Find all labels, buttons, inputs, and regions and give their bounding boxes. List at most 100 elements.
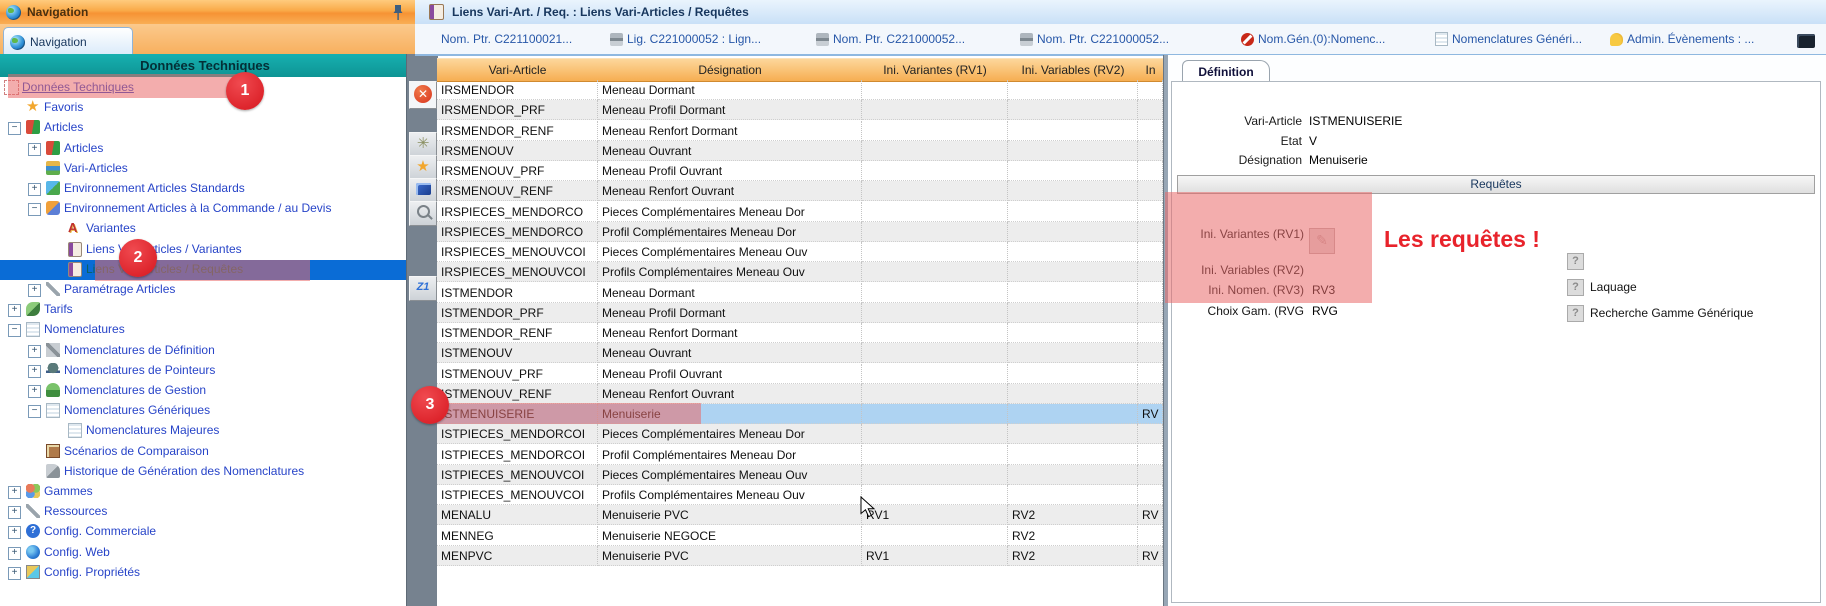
document-tab-lig-c221000052-lign[interactable]: Lig. C221000052 : Lign... xyxy=(610,29,761,49)
column-header-in[interactable]: In xyxy=(1138,58,1164,82)
tree-item-tarifs[interactable]: +Tarifs xyxy=(0,300,406,320)
table-row-istmenouv-prf[interactable]: ISTMENOUV_PRFMeneau Profil Ouvrant xyxy=(437,364,1163,384)
tree-item-articles[interactable]: −Articles xyxy=(0,118,406,138)
expand-expander-icon[interactable]: + xyxy=(8,506,21,519)
favorite-star-icon[interactable]: ★ xyxy=(409,155,437,180)
tree-item-config-propri-t-s[interactable]: +Config. Propriétés xyxy=(0,563,406,583)
expand-expander-icon[interactable]: + xyxy=(28,284,41,297)
table-row-menalu[interactable]: MENALUMenuiserie PVCRV1RV2RV xyxy=(437,505,1163,525)
tree-item-nomenclatures-g-n-riques[interactable]: −Nomenclatures Génériques xyxy=(0,401,406,421)
tree-item-ressources[interactable]: +Ressources xyxy=(0,502,406,522)
gear-icon[interactable]: ✳ xyxy=(409,132,437,157)
expand-expander-icon[interactable]: + xyxy=(8,526,21,539)
tree-item-config-web[interactable]: +Config. Web xyxy=(0,543,406,563)
table-row-istmenuiserie[interactable]: ISTMENUISERIEMenuiserieRV xyxy=(437,404,1163,424)
table-row-istmenouv-renf[interactable]: ISTMENOUV_RENFMeneau Renfort Ouvrant xyxy=(437,384,1163,404)
cell: ISTMENOUV xyxy=(437,343,598,363)
pin-icon[interactable] xyxy=(390,3,406,21)
table-row-irsmendor[interactable]: IRSMENDORMeneau Dormant xyxy=(437,80,1163,100)
tree-item-nomenclatures-de-pointeurs[interactable]: +Nomenclatures de Pointeurs xyxy=(0,361,406,381)
column-header-d-signation[interactable]: Désignation xyxy=(598,58,863,82)
query-help-button[interactable]: ? xyxy=(1567,253,1584,270)
close-icon[interactable]: ✕ xyxy=(409,81,437,109)
tree-item-nomenclatures-de-gestion[interactable]: +Nomenclatures de Gestion xyxy=(0,381,406,401)
table-row-istmenouv[interactable]: ISTMENOUVMeneau Ouvrant xyxy=(437,343,1163,363)
table-row-irspieces-mendorco[interactable]: IRSPIECES_MENDORCOProfil Complémentaires… xyxy=(437,222,1163,242)
cell xyxy=(1008,384,1138,404)
tree-item-environnement-articles-standards[interactable]: +Environnement Articles Standards xyxy=(0,179,406,199)
expand-expander-icon[interactable]: + xyxy=(28,345,41,358)
tree-item-variantes[interactable]: Variantes xyxy=(0,219,406,239)
tree-item-nomenclatures-de-d-finition[interactable]: +Nomenclatures de Définition xyxy=(0,341,406,361)
table-row-irsmenouv[interactable]: IRSMENOUVMeneau Ouvrant xyxy=(437,141,1163,161)
table-row-irspieces-menouvcoi[interactable]: IRSPIECES_MENOUVCOIProfils Complémentair… xyxy=(437,262,1163,282)
cell: Meneau Dormant xyxy=(598,80,862,100)
document-tab-nomenclatures-g-n-ri[interactable]: Nomenclatures Généri... xyxy=(1435,29,1582,49)
table-row-irspieces-menouvcoi[interactable]: IRSPIECES_MENOUVCOIPieces Complémentaire… xyxy=(437,242,1163,262)
tree-item-config-commerciale[interactable]: +?Config. Commerciale xyxy=(0,522,406,542)
tree-item-liens-vari-articles-requ-tes[interactable]: Liens Vari-Articles / Requêtes xyxy=(0,260,406,280)
table-row-istmendor[interactable]: ISTMENDORMeneau Dormant xyxy=(437,283,1163,303)
cell: RV2 xyxy=(1008,546,1138,566)
document-tab-nom-ptr-c221000052[interactable]: Nom. Ptr. C221000052... xyxy=(816,29,965,49)
tab-definition[interactable]: Définition xyxy=(1182,60,1270,83)
document-tab-nom-ptr-c221100021[interactable]: Nom. Ptr. C221100021... xyxy=(437,29,572,49)
cell xyxy=(1008,485,1138,505)
collapse-expander-icon[interactable]: − xyxy=(8,122,21,135)
cell: ISTPIECES_MENOUVCOI xyxy=(437,465,598,485)
table-row-irsmenouv-prf[interactable]: IRSMENOUV_PRFMeneau Profil Ouvrant xyxy=(437,161,1163,181)
collapse-expander-icon[interactable]: − xyxy=(28,203,41,216)
collapse-expander-icon[interactable]: − xyxy=(28,405,41,418)
tree-item-sc-narios-de-comparaison[interactable]: Scénarios de Comparaison xyxy=(0,442,406,462)
screen-icon[interactable] xyxy=(409,178,437,203)
edit-query-button[interactable]: ✎ xyxy=(1309,228,1335,254)
navigation-panel-titlebar: Navigation xyxy=(0,0,415,25)
tree-item-nomenclatures-majeures[interactable]: Nomenclatures Majeures xyxy=(0,421,406,441)
column-header-vari-article[interactable]: Vari-Article xyxy=(437,58,599,82)
expand-expander-icon[interactable]: + xyxy=(28,365,41,378)
table-row-irspieces-mendorco[interactable]: IRSPIECES_MENDORCOPieces Complémentaires… xyxy=(437,202,1163,222)
tree-item-gammes[interactable]: +Gammes xyxy=(0,482,406,502)
query-help-button-recherche-gamme-g-n-rique[interactable]: ? xyxy=(1567,305,1584,322)
tree-item-param-trage-articles[interactable]: + Paramétrage Articles xyxy=(0,280,406,300)
expand-expander-icon[interactable]: + xyxy=(28,143,41,156)
table-row-irsmendor-renf[interactable]: IRSMENDOR_RENFMeneau Renfort Dormant xyxy=(437,121,1163,141)
z1-icon[interactable]: Z1 xyxy=(409,276,437,301)
column-header-ini-variantes-rv1[interactable]: Ini. Variantes (RV1) xyxy=(862,58,1009,82)
tree-item-liens-vari-articles-variantes[interactable]: Liens Vari-Articles / Variantes xyxy=(0,240,406,260)
table-row-menneg[interactable]: MENNEGMenuiserie NEGOCERV2 xyxy=(437,526,1163,546)
table-row-istpieces-mendorcoi[interactable]: ISTPIECES_MENDORCOIPieces Complémentaire… xyxy=(437,424,1163,444)
document-tab-nom-g-n-0-nomenc[interactable]: Nom.Gén.(0):Nomenc... xyxy=(1241,29,1385,49)
column-header-ini-variables-rv2[interactable]: Ini. Variables (RV2) xyxy=(1008,58,1139,82)
tree-item-favoris[interactable]: Favoris xyxy=(0,98,406,118)
collapse-expander-icon[interactable]: − xyxy=(8,324,21,337)
expand-expander-icon[interactable]: + xyxy=(28,183,41,196)
tree-item-historique-de-g-n-ration-des-nomenclatures[interactable]: Historique de Génération des Nomenclatur… xyxy=(0,462,406,482)
expand-expander-icon[interactable]: + xyxy=(8,547,21,560)
tree-item-donn-es-techniques[interactable]: Données Techniques xyxy=(0,78,406,98)
tab-navigation[interactable]: Navigation xyxy=(3,27,133,56)
table-row-istmendor-renf[interactable]: ISTMENDOR_RENFMeneau Renfort Dormant xyxy=(437,323,1163,343)
table-row-istpieces-mendorcoi[interactable]: ISTPIECES_MENDORCOIProfil Complémentaire… xyxy=(437,445,1163,465)
document-tab-nom-ptr-c221000052[interactable]: Nom. Ptr. C221000052... xyxy=(1020,29,1169,49)
tree-item-vari-articles[interactable]: Vari-Articles xyxy=(0,159,406,179)
tree-item-label: Paramétrage Articles xyxy=(64,282,175,296)
table-row-menpvc[interactable]: MENPVCMenuiserie PVCRV1RV2RV xyxy=(437,546,1163,566)
table-row-istmendor-prf[interactable]: ISTMENDOR_PRFMeneau Profil Dormant xyxy=(437,303,1163,323)
query-help-button-laquage[interactable]: ? xyxy=(1567,279,1584,296)
table-row-irsmendor-prf[interactable]: IRSMENDOR_PRFMeneau Profil Dormant xyxy=(437,100,1163,120)
table-row-irsmenouv-renf[interactable]: IRSMENOUV_RENFMeneau Renfort Ouvrant xyxy=(437,181,1163,201)
tree-item-environnement-articles-la-commande-au-devis[interactable]: −Environnement Articles à la Commande / … xyxy=(0,199,406,219)
tree-item-articles[interactable]: +Articles xyxy=(0,139,406,159)
expand-expander-icon[interactable]: + xyxy=(8,304,21,317)
expand-expander-icon[interactable]: + xyxy=(8,486,21,499)
expand-expander-icon[interactable]: + xyxy=(28,385,41,398)
document-tab-admin-v-nements[interactable]: Admin. Évènements : ... xyxy=(1610,29,1754,49)
expand-expander-icon[interactable]: + xyxy=(8,567,21,580)
tree-item-nomenclatures[interactable]: −Nomenclatures xyxy=(0,320,406,340)
table-row-istpieces-menouvcoi[interactable]: ISTPIECES_MENOUVCOIPieces Complémentaire… xyxy=(437,465,1163,485)
magnifier-icon[interactable] xyxy=(409,201,437,226)
table-row-istpieces-menouvcoi[interactable]: ISTPIECES_MENOUVCOIProfils Complémentair… xyxy=(437,485,1163,505)
cell xyxy=(1008,121,1138,141)
tab-overflow-icon[interactable] xyxy=(1797,31,1815,51)
